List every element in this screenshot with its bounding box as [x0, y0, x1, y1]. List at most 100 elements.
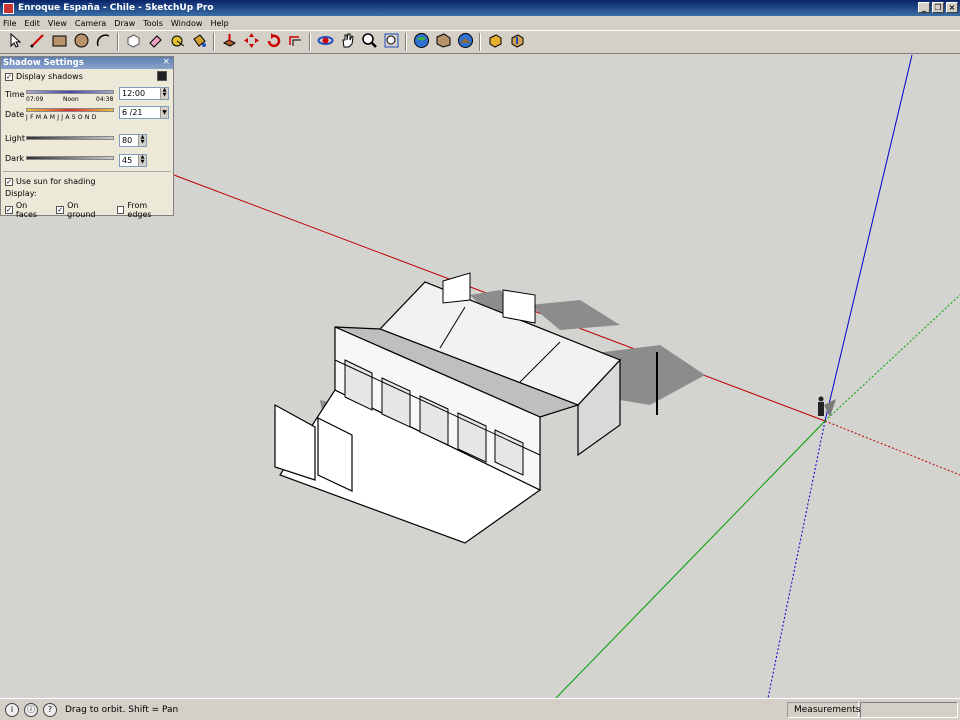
- blue-axis-negative: [767, 420, 826, 698]
- toolbar-separator: [479, 33, 481, 51]
- date-slider[interactable]: [26, 108, 114, 112]
- use-sun-row: ✓ Use sun for shading: [5, 177, 95, 186]
- time-spinner-arrows[interactable]: ▲ ▼: [160, 88, 168, 99]
- zoom-extents-icon: [383, 32, 400, 52]
- date-dropdown[interactable]: 6 /21 ▼: [119, 106, 169, 119]
- pan-button[interactable]: [336, 31, 358, 53]
- time-value: 12:00: [122, 89, 146, 98]
- google-earth-icon: [413, 32, 430, 52]
- status-hint: Drag to orbit. Shift = Pan: [65, 704, 179, 715]
- panel-divider: [3, 171, 171, 172]
- dark-slider[interactable]: [26, 156, 114, 160]
- menu-window[interactable]: Window: [171, 19, 203, 28]
- use-sun-checkbox[interactable]: ✓: [5, 177, 13, 186]
- display-label: Display:: [5, 189, 37, 198]
- blue-axis-positive: [824, 55, 913, 422]
- light-value: 80: [122, 136, 133, 145]
- orbit-button[interactable]: [314, 31, 336, 53]
- zoom-icon: [361, 32, 378, 52]
- time-noon-label: Noon: [63, 96, 79, 103]
- move-icon: [243, 32, 260, 52]
- title-bar: Enroque España - Chile - SketchUp Pro _ …: [0, 0, 960, 16]
- menu-bar: File Edit View Camera Draw Tools Window Help: [0, 16, 960, 30]
- measurements-box[interactable]: [860, 702, 958, 718]
- use-sun-label: Use sun for shading: [16, 177, 96, 186]
- dropdown-arrow-icon[interactable]: ▼: [160, 107, 168, 118]
- light-spinner[interactable]: 80 ▲ ▼: [119, 134, 147, 147]
- shadow-settings-panel: Shadow Settings × ✓ Display shadows Time…: [0, 56, 174, 219]
- minimize-button[interactable]: _: [918, 2, 930, 13]
- rectangle-button[interactable]: [48, 31, 70, 53]
- on-ground-label: On ground: [67, 201, 96, 219]
- light-slider[interactable]: [26, 136, 114, 140]
- on-faces-checkbox[interactable]: ✓: [5, 206, 13, 214]
- share-model-button[interactable]: [506, 31, 528, 53]
- select-arrow-icon: [7, 32, 24, 52]
- menu-file[interactable]: File: [3, 19, 16, 28]
- google-earth-button[interactable]: [410, 31, 432, 53]
- share-model-icon: [509, 32, 526, 52]
- collapse-details-icon[interactable]: [157, 71, 167, 81]
- pencil-line-icon: [29, 32, 46, 52]
- close-button[interactable]: ×: [946, 2, 958, 13]
- orbit-icon: [317, 32, 334, 52]
- toolbar-separator: [213, 33, 215, 51]
- make-component-button[interactable]: [122, 31, 144, 53]
- on-ground-checkbox[interactable]: ✓: [56, 206, 65, 214]
- date-value: 6 /21: [122, 108, 143, 117]
- pan-icon: [339, 32, 356, 52]
- display-shadows-checkbox[interactable]: ✓: [5, 72, 13, 81]
- menu-camera[interactable]: Camera: [75, 19, 106, 28]
- tape-measure-button[interactable]: [166, 31, 188, 53]
- panel-left[interactable]: [274, 403, 316, 481]
- paint-bucket-button[interactable]: [188, 31, 210, 53]
- toolbar-separator: [309, 33, 311, 51]
- eraser-button[interactable]: [144, 31, 166, 53]
- circle-button[interactable]: [70, 31, 92, 53]
- dark-spinner-arrows[interactable]: ▲ ▼: [138, 155, 146, 166]
- menu-edit[interactable]: Edit: [24, 19, 40, 28]
- green-axis-positive: [555, 420, 826, 698]
- zoom-button[interactable]: [358, 31, 380, 53]
- menu-view[interactable]: View: [48, 19, 67, 28]
- time-spinner[interactable]: 12:00 ▲ ▼: [119, 87, 169, 100]
- rectangle-icon: [51, 32, 68, 52]
- menu-tools[interactable]: Tools: [143, 19, 163, 28]
- from-edges-label: From edges: [127, 201, 152, 219]
- menu-draw[interactable]: Draw: [114, 19, 135, 28]
- light-spinner-arrows[interactable]: ▲ ▼: [138, 135, 146, 146]
- time-label: Time: [5, 90, 25, 99]
- status-bar: i ⓘ ? Drag to orbit. Shift = Pan Measure…: [0, 698, 960, 720]
- help-icon[interactable]: ?: [43, 702, 57, 717]
- select-arrow-button[interactable]: [4, 31, 26, 53]
- push-pull-icon: [221, 32, 238, 52]
- menu-help[interactable]: Help: [210, 19, 228, 28]
- offset-icon: [287, 32, 304, 52]
- zoom-extents-button[interactable]: [380, 31, 402, 53]
- pencil-line-button[interactable]: [26, 31, 48, 53]
- restore-button[interactable]: ❐: [932, 2, 944, 13]
- add-location-button[interactable]: [432, 31, 454, 53]
- push-pull-button[interactable]: [218, 31, 240, 53]
- arc-button[interactable]: [92, 31, 114, 53]
- rotate-button[interactable]: [262, 31, 284, 53]
- display-options-row: ✓ On faces ✓ On ground From edges: [5, 201, 173, 219]
- credits-icon[interactable]: ⓘ: [24, 702, 38, 717]
- arc-icon: [95, 32, 112, 52]
- dark-spinner[interactable]: 45 ▲ ▼: [119, 154, 147, 167]
- shadow-settings-title: Shadow Settings: [1, 57, 173, 69]
- geo-location-icon[interactable]: i: [5, 702, 19, 717]
- close-icon[interactable]: ×: [162, 57, 170, 67]
- toggle-terrain-icon: [457, 32, 474, 52]
- paint-bucket-icon: [191, 32, 208, 52]
- move-button[interactable]: [240, 31, 262, 53]
- roof-panel-2: [502, 289, 536, 324]
- get-models-button[interactable]: [484, 31, 506, 53]
- toggle-terrain-button[interactable]: [454, 31, 476, 53]
- time-slider[interactable]: [26, 90, 114, 94]
- circle-icon: [73, 32, 90, 52]
- measurements-label: Measurements: [787, 702, 860, 718]
- from-edges-checkbox[interactable]: [116, 206, 125, 214]
- offset-button[interactable]: [284, 31, 306, 53]
- time-end-label: 04:38: [96, 96, 114, 103]
